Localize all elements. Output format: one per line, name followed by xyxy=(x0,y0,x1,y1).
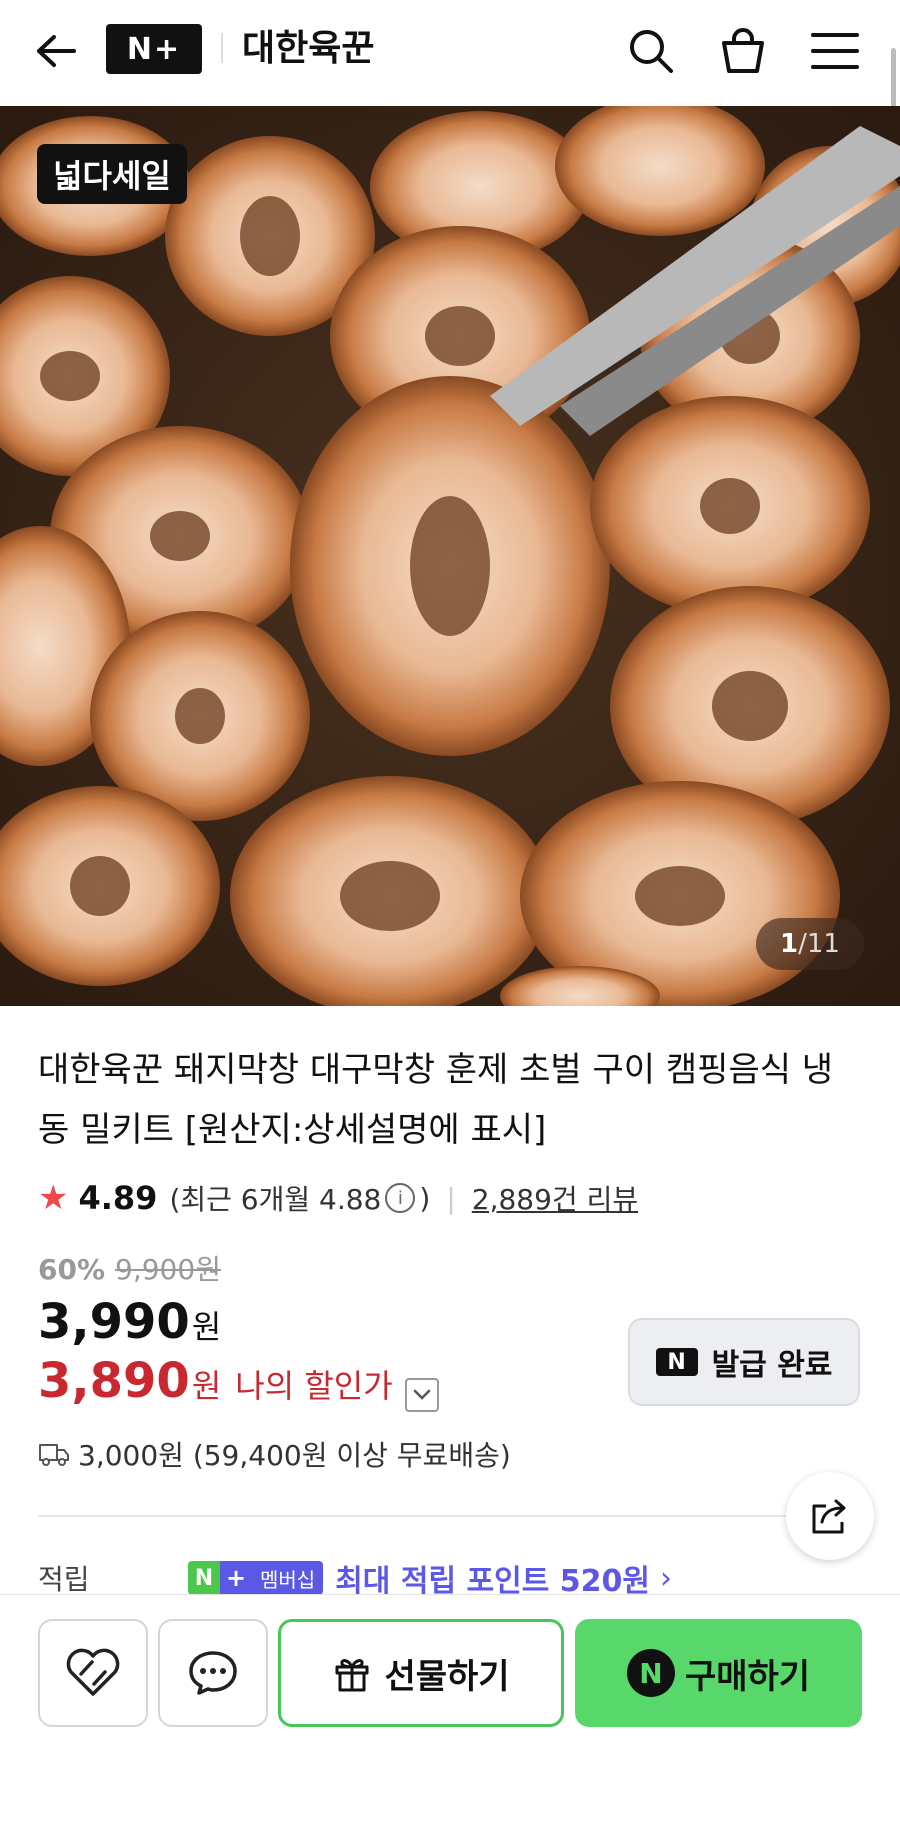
sale-price: 3,990 xyxy=(38,1294,190,1350)
image-counter-current: 1 xyxy=(780,929,799,959)
discount-row: 60% 9,900원 xyxy=(38,1248,221,1288)
wishlist-button[interactable] xyxy=(38,1619,148,1727)
review-count-link[interactable]: 2,889건 리뷰 xyxy=(472,1178,638,1218)
share-button[interactable] xyxy=(786,1472,874,1560)
menu-button[interactable] xyxy=(808,24,862,78)
shopping-bag-icon xyxy=(722,28,764,73)
shipping-text: 3,000원 (59,400원 이상 무료배송) xyxy=(78,1439,511,1472)
search-button[interactable] xyxy=(624,24,678,78)
star-icon: ★ xyxy=(38,1178,69,1218)
image-counter: 1 /11 xyxy=(756,918,864,970)
cart-button[interactable] xyxy=(716,24,770,78)
naver-plus-membership-badge: N + 멤버십 xyxy=(188,1561,324,1595)
recent-rating: (최근 6개월 4.88 xyxy=(169,1183,382,1216)
original-price: 9,900원 xyxy=(115,1253,221,1286)
my-price-unit: 원 xyxy=(191,1367,222,1405)
separator: | xyxy=(446,1181,456,1215)
top-header: N+ 대한육꾼 xyxy=(0,0,900,118)
naver-n-logo: N xyxy=(655,1348,698,1376)
sale-badge: 넓다세일 xyxy=(37,144,187,204)
heart-icon xyxy=(66,1648,120,1696)
gift-icon xyxy=(335,1659,369,1692)
badge-n: N xyxy=(188,1561,220,1595)
image-counter-total: /11 xyxy=(798,929,840,959)
store-name[interactable]: 대한육꾼 xyxy=(242,24,374,74)
menu-icon xyxy=(811,33,859,69)
gift-label: 선물하기 xyxy=(384,1656,510,1697)
truck-icon xyxy=(39,1444,69,1466)
talk-button[interactable] xyxy=(158,1619,268,1727)
sale-price-row: 3,990 원 xyxy=(38,1294,221,1350)
search-icon xyxy=(630,30,673,73)
product-image[interactable]: 넓다세일 1 /11 xyxy=(0,106,900,1006)
rating-row: ★ 4.89 (최근 6개월 4.88 i ) | 2,889건 리뷰 xyxy=(38,1176,638,1220)
my-price-row[interactable]: 3,890 원 나의 할인가 xyxy=(38,1353,439,1412)
back-button[interactable] xyxy=(30,26,80,76)
recent-rating-close: ) xyxy=(419,1181,431,1215)
chevron-down-icon xyxy=(413,1389,430,1400)
gift-button[interactable]: 선물하기 xyxy=(278,1619,564,1727)
section-divider xyxy=(38,1515,788,1517)
product-title: 대한육꾼 돼지막창 대구막창 훈제 초벌 구이 캠핑음식 냉동 밀키트 [원산지… xyxy=(38,1050,834,1150)
badge-plus: + xyxy=(220,1561,252,1595)
buy-button[interactable]: N 구매하기 xyxy=(575,1619,862,1727)
naver-pay-n-icon: N xyxy=(626,1649,675,1697)
chevron-right-icon: › xyxy=(659,1560,672,1596)
bottom-action-bar: 선물하기 N 구매하기 xyxy=(0,1594,900,1831)
product-photo xyxy=(0,106,900,1006)
info-icon[interactable]: i xyxy=(385,1183,416,1213)
my-discount-label: 나의 할인가 xyxy=(235,1367,393,1405)
coupon-label: 발급 완료 xyxy=(711,1348,833,1383)
coupon-issued-button[interactable]: N 발급 완료 xyxy=(628,1318,860,1406)
chat-icon xyxy=(189,1651,237,1695)
my-discount-price: 3,890 xyxy=(38,1353,190,1409)
badge-membership: 멤버십 xyxy=(252,1561,324,1595)
logo-divider xyxy=(221,33,223,63)
naver-plus-logo[interactable]: N+ xyxy=(106,24,202,74)
rating-value: 4.89 xyxy=(78,1179,158,1217)
shipping-info: 3,000원 (59,400원 이상 무료배송) xyxy=(38,1434,511,1474)
back-arrow-icon xyxy=(37,35,76,67)
my-price-toggle[interactable] xyxy=(404,1378,439,1412)
share-icon xyxy=(812,1499,846,1534)
points-label: 적립 xyxy=(38,1563,90,1596)
discount-percent: 60% xyxy=(38,1253,106,1286)
buy-label: 구매하기 xyxy=(684,1656,811,1697)
price-unit: 원 xyxy=(191,1308,222,1346)
